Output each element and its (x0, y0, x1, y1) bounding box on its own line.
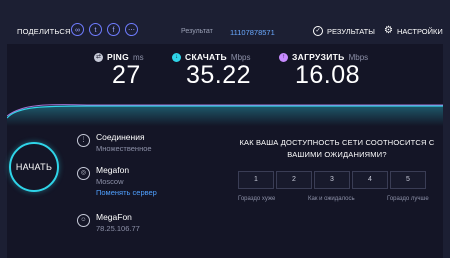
download-metric: ↓ СКАЧАТЬ Mbps 35.22 (172, 52, 251, 89)
scale-label-low: Гораздо хуже (238, 196, 276, 202)
rating-button-1[interactable]: 1 (238, 171, 274, 189)
server-info: ◎ Megafon Moscow Поменять сервер (77, 165, 157, 198)
user-icon: ☺ (77, 214, 90, 227)
survey-question: КАК ВАША ДОСТУПНОСТЬ СЕТИ СООТНОСИТСЯ С … (239, 138, 435, 159)
top-bar: ПОДЕЛИТЬСЯ ∞ t f ⋯ Результат 11107878571… (0, 0, 450, 44)
gear-icon: ⚙ (384, 25, 393, 36)
start-button[interactable]: НАЧАТЬ (9, 142, 59, 192)
rating-button-5[interactable]: 5 (390, 171, 426, 189)
more-icon[interactable]: ⋯ (125, 23, 138, 36)
scale-label-high: Гораздо лучше (387, 196, 429, 202)
ping-icon: ⇄ (94, 52, 103, 62)
results-button[interactable]: ✓ РЕЗУЛЬТАТЫ (313, 26, 375, 36)
rating-button-2[interactable]: 2 (276, 171, 312, 189)
rating-button-4[interactable]: 4 (352, 171, 388, 189)
download-arrow-icon: ↓ (172, 52, 181, 62)
facebook-icon[interactable]: f (107, 23, 120, 36)
scale-label-mid: Как и ожидалось (308, 196, 355, 202)
upload-value: 16.08 (295, 61, 361, 89)
download-area (7, 106, 443, 126)
connections-icon: ⋮ (77, 134, 90, 147)
provider-info: ☺ MegaFon 78.25.106.77 (77, 212, 140, 234)
connection-subtitle: Множественное (96, 144, 152, 153)
connection-info: ⋮ Соединения Множественное (77, 132, 152, 154)
results-panel: ⇄ PING ms 27 ↓ СКАЧАТЬ Mbps 35.22 ↑ ЗАГР… (7, 44, 443, 258)
speed-graph (7, 104, 443, 126)
provider-title: MegaFon (96, 212, 132, 222)
settings-button-label: НАСТРОЙКИ (396, 26, 443, 36)
ping-metric: ⇄ PING ms 27 (94, 52, 144, 89)
upload-metric: ↑ ЗАГРУЗИТЬ Mbps 16.08 (279, 52, 368, 89)
provider-ip: 78.25.106.77 (96, 224, 140, 233)
globe-icon: ◎ (77, 167, 90, 180)
ping-value: 27 (112, 61, 141, 89)
rating-scale: 1 2 3 4 5 (238, 171, 428, 189)
result-label: Результат (181, 28, 213, 35)
upload-arrow-icon: ↑ (279, 52, 288, 62)
link-icon[interactable]: ∞ (71, 23, 84, 36)
rating-button-3[interactable]: 3 (314, 171, 350, 189)
download-value: 35.22 (186, 61, 252, 89)
result-id[interactable]: 11107878571 (230, 28, 275, 37)
settings-button[interactable]: ⚙ НАСТРОЙКИ (384, 26, 443, 36)
connection-title: Соединения (96, 132, 145, 142)
share-label: ПОДЕЛИТЬСЯ (17, 27, 71, 36)
change-server-link[interactable]: Поменять сервер (96, 187, 157, 198)
check-circle-icon: ✓ (313, 26, 323, 36)
server-title: Megafon (96, 165, 130, 175)
server-location: Moscow (96, 177, 124, 186)
twitter-icon[interactable]: t (89, 23, 102, 36)
results-button-label: РЕЗУЛЬТАТЫ (327, 26, 375, 36)
start-button-label: НАЧАТЬ (15, 162, 53, 172)
